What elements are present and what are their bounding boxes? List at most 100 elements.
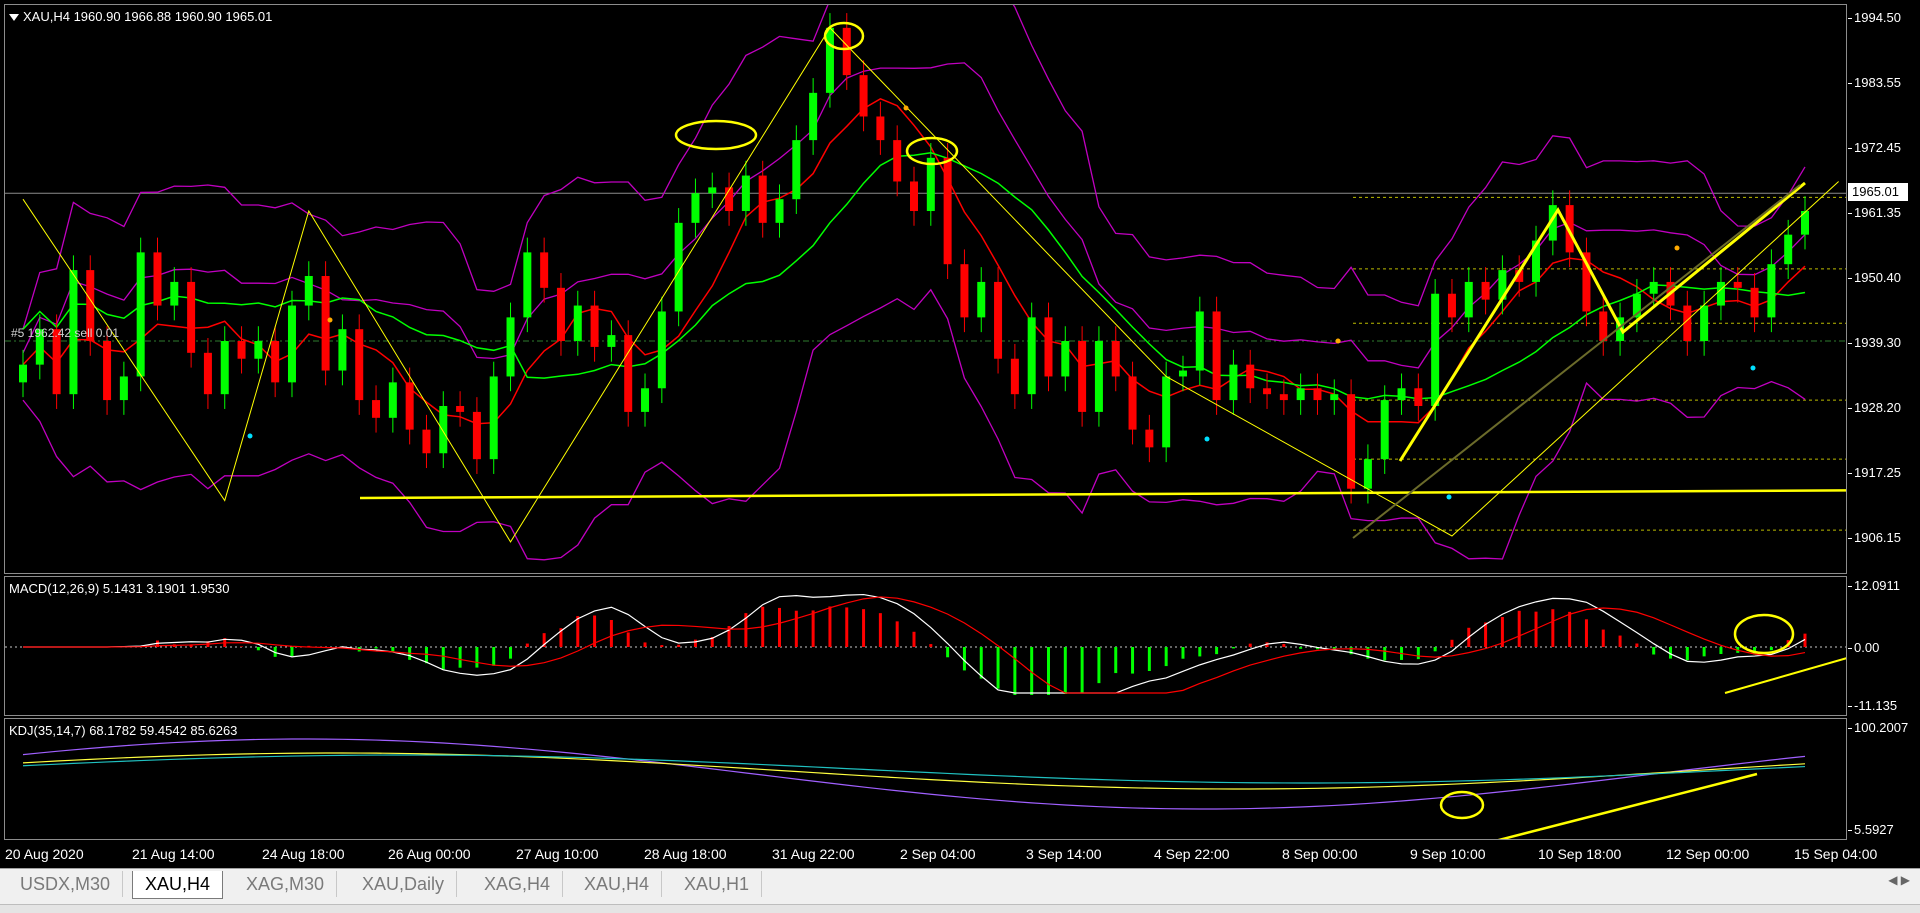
bear-candle <box>893 140 902 182</box>
kdj-canvas <box>22 738 1806 839</box>
bull-candle <box>19 364 27 383</box>
bull-candle <box>1649 281 1658 294</box>
bear-candle <box>422 429 431 454</box>
highlight-circle <box>674 119 758 151</box>
bear-candle <box>540 252 549 288</box>
bear-candle <box>1750 287 1759 318</box>
bull-candle <box>825 27 834 93</box>
bear-candle <box>355 329 364 401</box>
bear-candle <box>1128 376 1137 430</box>
bull-candle <box>792 140 801 200</box>
price-tick: 1928.20 <box>1848 400 1901 415</box>
macd-panel[interactable]: MACD(12,26,9) 5.1431 3.1901 1.9530 <box>4 576 1847 716</box>
signal-dot <box>1335 338 1341 344</box>
date-tick: 2 Sep 04:00 <box>900 846 976 862</box>
date-tick: 10 Sep 18:00 <box>1538 846 1622 862</box>
kdj-panel[interactable]: KDJ(35,14,7) 68.1782 59.4542 85.6263 <box>4 718 1847 840</box>
bear-candle <box>1481 281 1490 300</box>
bull-candle <box>809 92 818 141</box>
bull-candle <box>573 305 582 342</box>
highlight-circle <box>1733 613 1795 655</box>
bull-candle <box>708 187 717 194</box>
bull-candle <box>523 252 532 318</box>
date-tick: 31 Aug 22:00 <box>772 846 855 862</box>
bear-candle <box>103 341 112 401</box>
bull-candle <box>741 175 750 212</box>
bull-candle <box>287 305 296 383</box>
bear-candle <box>758 175 767 223</box>
bull-candle <box>506 317 515 377</box>
tab-xau-h1[interactable]: XAU,H1 <box>672 871 763 897</box>
bear-candle <box>203 352 212 395</box>
bear-candle <box>1111 341 1120 377</box>
bull-candle <box>1027 317 1036 395</box>
tab-xag-h4[interactable]: XAG,H4 <box>472 871 564 897</box>
date-tick: 9 Sep 10:00 <box>1410 846 1486 862</box>
bull-candle <box>254 341 263 359</box>
signal-dot <box>1674 245 1680 251</box>
collapse-triangle-icon[interactable] <box>9 14 19 22</box>
bull-candle <box>977 281 986 318</box>
signal-dot <box>1446 494 1452 500</box>
bull-candle <box>1431 293 1440 406</box>
kdj-label: KDJ(35,14,7) 68.1782 59.4542 85.6263 <box>9 723 238 738</box>
price-tick: 1994.50 <box>1848 10 1901 25</box>
signal-dot <box>903 105 909 111</box>
symbol-label: XAU,H4 1960.90 1966.88 1960.90 1965.01 <box>9 9 272 24</box>
bull-candle <box>439 405 448 454</box>
date-tick: 12 Sep 00:00 <box>1666 846 1750 862</box>
price-chart-panel[interactable]: XAU,H4 1960.90 1966.88 1960.90 1965.01 #… <box>4 4 1847 574</box>
bull-candle <box>1061 341 1070 377</box>
bull-candle <box>1330 394 1339 401</box>
bear-candle <box>1279 394 1288 401</box>
bear-candle <box>1733 281 1742 288</box>
bull-candle <box>775 199 784 223</box>
bear-candle <box>556 287 565 342</box>
bear-candle <box>943 157 952 265</box>
bull-candle <box>119 376 128 401</box>
tab-xau-h4-active[interactable]: XAU,H4 <box>132 871 224 899</box>
price-tick: 1906.15 <box>1848 530 1901 545</box>
bear-candle <box>1145 429 1154 448</box>
bear-candle <box>271 341 280 383</box>
tab-usdx-m30[interactable]: USDX,M30 <box>8 871 124 897</box>
price-tick: 1917.25 <box>1848 465 1901 480</box>
date-tick: 15 Sep 04:00 <box>1794 846 1878 862</box>
bull-candle <box>1229 364 1238 401</box>
tab-xag-m30[interactable]: XAG,M30 <box>234 871 338 897</box>
kdj-tick: 5.5927 <box>1848 822 1894 837</box>
bear-candle <box>1044 317 1053 377</box>
price-tick: 1972.45 <box>1848 140 1901 155</box>
bull-candle <box>1162 376 1171 448</box>
tab-scroll-arrows-icon[interactable]: ◀ ▶ <box>1888 873 1910 887</box>
bear-candle <box>321 276 330 371</box>
date-tick: 8 Sep 00:00 <box>1282 846 1358 862</box>
bear-candle <box>405 382 414 430</box>
price-axis: 1994.50 1983.55 1972.45 1961.35 1950.40 … <box>1848 4 1920 574</box>
bull-candle <box>1464 281 1473 318</box>
bear-candle <box>1010 358 1019 395</box>
macd-tick: 0.00 <box>1847 640 1880 655</box>
bear-candle <box>910 181 918 212</box>
bear-candle <box>1246 364 1255 389</box>
bull-candle <box>1700 305 1709 342</box>
bull-candle <box>388 382 397 418</box>
price-tick: 1983.55 <box>1848 75 1901 90</box>
bear-candle <box>472 411 481 460</box>
bull-candle <box>1178 370 1187 377</box>
bull-candle <box>1296 388 1305 401</box>
bull-candle <box>136 252 145 377</box>
rising-channel-line <box>1352 184 1801 539</box>
bear-candle <box>187 281 196 353</box>
support-trendline <box>359 489 1846 500</box>
price-tick: 1950.40 <box>1848 270 1901 285</box>
tab-xau-daily[interactable]: XAU,Daily <box>350 871 458 897</box>
bear-candle <box>590 305 599 347</box>
macd-tick: -11.135 <box>1847 698 1898 713</box>
bull-candle <box>1397 388 1406 401</box>
kdj-d-line <box>22 752 1806 790</box>
bull-candle <box>170 281 179 306</box>
tab-xau-h4[interactable]: XAU,H4 <box>572 871 663 897</box>
kdj-k-line <box>22 738 1806 810</box>
bear-candle <box>1347 394 1356 489</box>
